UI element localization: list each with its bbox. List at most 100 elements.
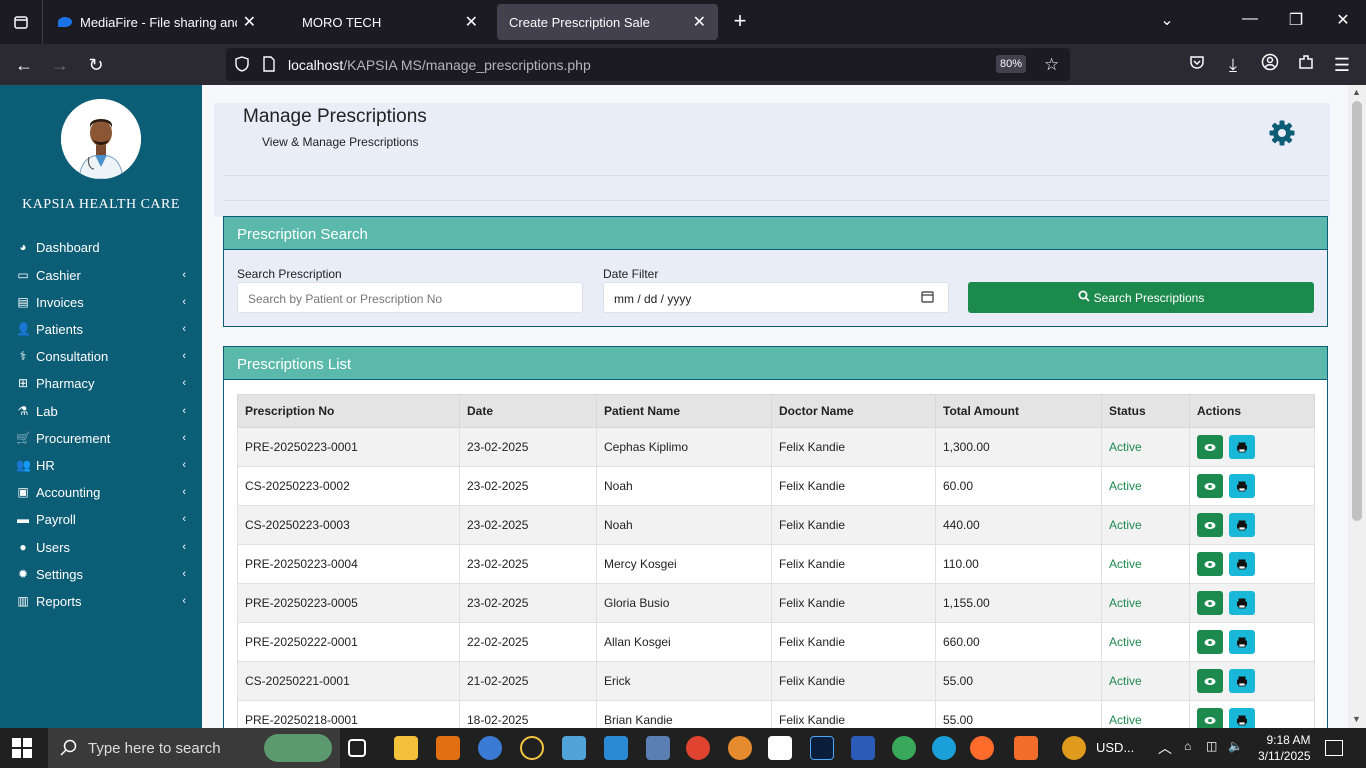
notifications-icon[interactable] <box>1325 740 1343 756</box>
sidebar-item-procurement[interactable]: 🛒 Procurement ‹ <box>16 427 192 449</box>
tab-create-prescription-sale[interactable]: Create Prescription Sale ✕ <box>497 4 718 40</box>
url-bar[interactable]: localhost/KAPSIA MS/manage_prescriptions… <box>226 48 1070 81</box>
tab-mediafire[interactable]: MediaFire - File sharing and sto ✕ <box>46 4 268 40</box>
wifi-icon[interactable]: ◫ <box>1206 739 1217 753</box>
currency-icon[interactable] <box>1062 736 1086 760</box>
view-button[interactable] <box>1197 591 1223 615</box>
calendar-icon[interactable] <box>921 290 934 306</box>
view-button[interactable] <box>1197 552 1223 576</box>
minimize-button[interactable]: — <box>1238 10 1262 28</box>
network-icon[interactable]: ⌂ <box>1184 739 1191 753</box>
sidebar-item-settings[interactable]: ✹ Settings ‹ <box>16 563 192 585</box>
forward-button[interactable]: → <box>48 53 72 77</box>
taskbar-search-box[interactable]: Type here to search <box>48 728 340 768</box>
sidebar-item-pharmacy[interactable]: ⊞ Pharmacy ‹ <box>16 372 192 394</box>
account-icon[interactable] <box>1258 53 1282 77</box>
sidebar-item-accounting[interactable]: ▣ Accounting ‹ <box>16 481 192 503</box>
close-tab-icon[interactable]: ✕ <box>465 12 478 32</box>
chrome-profile-icon[interactable] <box>892 736 916 760</box>
copilot-icon[interactable] <box>478 736 502 760</box>
sidebar-item-users[interactable]: ● Users ‹ <box>16 536 192 558</box>
chrome-icon[interactable] <box>686 736 710 760</box>
url-text[interactable]: localhost/KAPSIA MS/manage_prescriptions… <box>288 57 591 73</box>
sidebar-item-consultation[interactable]: ⚕ Consultation ‹ <box>16 345 192 367</box>
edge-icon[interactable] <box>932 736 956 760</box>
task-view-icon[interactable] <box>348 739 366 757</box>
firefox-view-icon[interactable] <box>0 0 43 44</box>
bookmark-star-icon[interactable]: ☆ <box>1044 55 1059 75</box>
sidebar-item-reports[interactable]: ▥ Reports ‹ <box>16 590 192 612</box>
print-icon <box>1237 598 1248 609</box>
xampp-icon[interactable] <box>1014 736 1038 760</box>
date-filter-label: Date Filter <box>603 267 659 281</box>
print-button[interactable] <box>1229 435 1256 459</box>
shield-icon[interactable] <box>234 56 250 77</box>
photoshop-icon[interactable] <box>810 736 834 760</box>
print-button[interactable] <box>1229 552 1256 576</box>
capcut-icon[interactable] <box>768 736 792 760</box>
file-explorer-icon[interactable] <box>394 736 418 760</box>
downloads-icon[interactable]: ⤓ <box>1221 53 1245 77</box>
close-tab-icon[interactable]: ✕ <box>243 12 256 32</box>
sidebar-item-hr[interactable]: 👥 HR ‹ <box>16 454 192 476</box>
list-tabs-icon[interactable]: ⌄ <box>1155 10 1179 30</box>
print-button[interactable] <box>1229 630 1256 654</box>
windows-start-icon[interactable] <box>12 738 32 758</box>
view-button[interactable] <box>1197 513 1223 537</box>
date-filter-input[interactable]: mm / dd / yyyy <box>603 282 949 313</box>
page-scrollbar[interactable]: ▲ ▼ <box>1348 85 1366 728</box>
close-tab-icon[interactable]: ✕ <box>693 12 706 32</box>
view-button[interactable] <box>1197 669 1223 693</box>
sidebar-item-payroll[interactable]: ▬ Payroll ‹ <box>16 508 192 530</box>
app-icon[interactable] <box>520 736 544 760</box>
app-icon[interactable] <box>562 736 586 760</box>
sidebar-item-patients[interactable]: 👤 Patients ‹ <box>16 318 192 340</box>
volume-icon[interactable]: 🔈 <box>1228 739 1243 753</box>
tray-text[interactable]: USD... <box>1096 740 1134 755</box>
restore-button[interactable]: ❐ <box>1284 10 1308 30</box>
chevron-left-icon: ‹ <box>182 405 186 417</box>
print-button[interactable] <box>1229 708 1256 728</box>
scroll-down-icon[interactable]: ▼ <box>1352 714 1361 724</box>
cell-total-amount: 55.00 <box>935 700 1102 728</box>
clock[interactable]: 9:18 AM 3/11/2025 <box>1258 732 1311 764</box>
print-button[interactable] <box>1229 669 1256 693</box>
sidebar-item-lab[interactable]: ⚗ Lab ‹ <box>16 400 192 422</box>
reload-button[interactable]: ↻ <box>84 53 108 77</box>
app-icon[interactable] <box>646 736 670 760</box>
medkit-icon: ⊞ <box>17 376 29 390</box>
firefox-icon[interactable] <box>970 736 994 760</box>
word-icon[interactable] <box>851 736 875 760</box>
sublime-text-icon[interactable] <box>436 736 460 760</box>
chevron-up-icon[interactable]: ︿ <box>1158 738 1172 758</box>
gear-icon[interactable] <box>1268 119 1296 147</box>
print-button[interactable] <box>1229 591 1256 615</box>
scrollbar-thumb[interactable] <box>1352 101 1362 521</box>
close-window-button[interactable]: ✕ <box>1331 10 1355 30</box>
view-button[interactable] <box>1197 474 1223 498</box>
money-icon: ▣ <box>17 485 29 499</box>
sidebar-item-dashboard[interactable]: ◕ Dashboard <box>16 236 192 258</box>
search-prescriptions-button[interactable]: Search Prescriptions <box>968 282 1314 313</box>
tab-moro-tech[interactable]: MORO TECH ✕ <box>290 4 490 40</box>
pocket-icon[interactable] <box>1185 53 1209 77</box>
search-input[interactable]: Search by Patient or Prescription No <box>237 282 583 313</box>
new-tab-button[interactable]: + <box>728 8 752 34</box>
extensions-icon[interactable] <box>1294 53 1318 77</box>
cell-date: 23-02-2025 <box>459 466 597 506</box>
sidebar-item-cashier[interactable]: ▭ Cashier ‹ <box>16 264 192 286</box>
page-info-icon[interactable] <box>262 56 276 77</box>
view-button[interactable] <box>1197 435 1223 459</box>
vscode-icon[interactable] <box>604 736 628 760</box>
back-button[interactable]: ← <box>12 53 36 77</box>
view-button[interactable] <box>1197 630 1223 654</box>
scroll-up-icon[interactable]: ▲ <box>1352 87 1361 97</box>
print-button[interactable] <box>1229 513 1256 537</box>
print-button[interactable] <box>1229 474 1256 498</box>
sidebar-item-invoices[interactable]: ▤ Invoices ‹ <box>16 291 192 313</box>
menu-icon[interactable]: ☰ <box>1330 53 1354 77</box>
view-button[interactable] <box>1197 708 1223 728</box>
microphone-icon[interactable] <box>728 736 752 760</box>
zoom-level[interactable]: 80% <box>996 55 1027 73</box>
table-row: PRE-20250223-0001 23-02-2025 Cephas Kipl… <box>237 427 1315 467</box>
